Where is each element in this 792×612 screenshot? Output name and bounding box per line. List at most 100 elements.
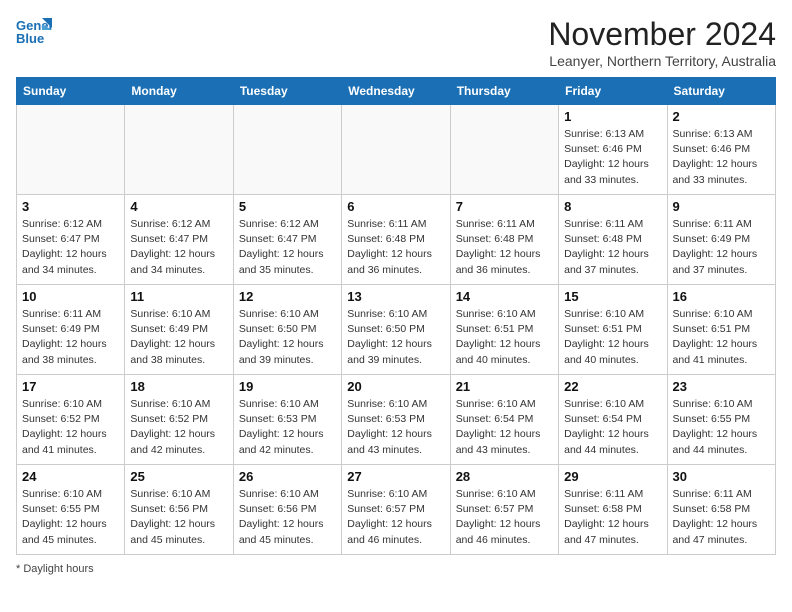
title-section: November 2024 Leanyer, Northern Territor… bbox=[548, 16, 776, 69]
day-cell: 26 Sunrise: 6:10 AM Sunset: 6:56 PM Dayli… bbox=[233, 465, 341, 555]
day-number: 2 bbox=[673, 109, 770, 124]
location-subtitle: Leanyer, Northern Territory, Australia bbox=[548, 53, 776, 69]
day-cell: 5 Sunrise: 6:12 AM Sunset: 6:47 PM Daylig… bbox=[233, 195, 341, 285]
day-cell bbox=[342, 105, 450, 195]
column-header-saturday: Saturday bbox=[667, 78, 775, 105]
day-cell: 20 Sunrise: 6:10 AM Sunset: 6:53 PM Dayli… bbox=[342, 375, 450, 465]
day-number: 29 bbox=[564, 469, 661, 484]
day-cell: 29 Sunrise: 6:11 AM Sunset: 6:58 PM Dayli… bbox=[559, 465, 667, 555]
calendar-body: 1 Sunrise: 6:13 AM Sunset: 6:46 PM Daylig… bbox=[17, 105, 776, 555]
day-cell: 3 Sunrise: 6:12 AM Sunset: 6:47 PM Daylig… bbox=[17, 195, 125, 285]
day-info: Sunrise: 6:10 AM Sunset: 6:52 PM Dayligh… bbox=[22, 397, 119, 458]
day-info: Sunrise: 6:10 AM Sunset: 6:56 PM Dayligh… bbox=[130, 487, 227, 548]
day-cell: 30 Sunrise: 6:11 AM Sunset: 6:58 PM Dayli… bbox=[667, 465, 775, 555]
day-cell: 14 Sunrise: 6:10 AM Sunset: 6:51 PM Dayli… bbox=[450, 285, 558, 375]
day-number: 28 bbox=[456, 469, 553, 484]
day-number: 23 bbox=[673, 379, 770, 394]
day-info: Sunrise: 6:10 AM Sunset: 6:51 PM Dayligh… bbox=[564, 307, 661, 368]
day-cell bbox=[17, 105, 125, 195]
page-header: General Blue November 2024 Leanyer, Nort… bbox=[16, 16, 776, 69]
day-cell: 7 Sunrise: 6:11 AM Sunset: 6:48 PM Daylig… bbox=[450, 195, 558, 285]
day-number: 9 bbox=[673, 199, 770, 214]
day-number: 26 bbox=[239, 469, 336, 484]
column-header-friday: Friday bbox=[559, 78, 667, 105]
week-row-5: 24 Sunrise: 6:10 AM Sunset: 6:55 PM Dayli… bbox=[17, 465, 776, 555]
day-cell: 28Sunrise: 6:10 AM Sunset: 6:57 PM Dayli… bbox=[450, 465, 558, 555]
column-header-thursday: Thursday bbox=[450, 78, 558, 105]
day-number: 19 bbox=[239, 379, 336, 394]
month-title: November 2024 bbox=[548, 16, 776, 53]
day-number: 24 bbox=[22, 469, 119, 484]
week-row-2: 3 Sunrise: 6:12 AM Sunset: 6:47 PM Daylig… bbox=[17, 195, 776, 285]
day-info: Sunrise: 6:12 AM Sunset: 6:47 PM Dayligh… bbox=[239, 217, 336, 278]
svg-text:Blue: Blue bbox=[16, 31, 44, 46]
day-cell: 2 Sunrise: 6:13 AM Sunset: 6:46 PM Daylig… bbox=[667, 105, 775, 195]
day-number: 3 bbox=[22, 199, 119, 214]
day-number: 18 bbox=[130, 379, 227, 394]
day-info: Sunrise: 6:11 AM Sunset: 6:58 PM Dayligh… bbox=[564, 487, 661, 548]
day-cell: 17 Sunrise: 6:10 AM Sunset: 6:52 PM Dayli… bbox=[17, 375, 125, 465]
day-cell: 18 Sunrise: 6:10 AM Sunset: 6:52 PM Dayli… bbox=[125, 375, 233, 465]
day-info: Sunrise: 6:10 AM Sunset: 6:51 PM Dayligh… bbox=[673, 307, 770, 368]
day-cell: 23 Sunrise: 6:10 AM Sunset: 6:55 PM Dayli… bbox=[667, 375, 775, 465]
day-cell: 25Sunrise: 6:10 AM Sunset: 6:56 PM Dayli… bbox=[125, 465, 233, 555]
day-number: 27 bbox=[347, 469, 444, 484]
day-info: Sunrise: 6:11 AM Sunset: 6:48 PM Dayligh… bbox=[347, 217, 444, 278]
week-row-3: 10Sunrise: 6:11 AM Sunset: 6:49 PM Dayli… bbox=[17, 285, 776, 375]
day-cell: 27Sunrise: 6:10 AM Sunset: 6:57 PM Dayli… bbox=[342, 465, 450, 555]
day-cell: 4 Sunrise: 6:12 AM Sunset: 6:47 PM Daylig… bbox=[125, 195, 233, 285]
day-number: 4 bbox=[130, 199, 227, 214]
day-number: 5 bbox=[239, 199, 336, 214]
day-cell: 15Sunrise: 6:10 AM Sunset: 6:51 PM Dayli… bbox=[559, 285, 667, 375]
day-cell: 12 Sunrise: 6:10 AM Sunset: 6:50 PM Dayli… bbox=[233, 285, 341, 375]
day-info: Sunrise: 6:11 AM Sunset: 6:49 PM Dayligh… bbox=[22, 307, 119, 368]
day-cell bbox=[125, 105, 233, 195]
day-info: Sunrise: 6:11 AM Sunset: 6:48 PM Dayligh… bbox=[456, 217, 553, 278]
day-number: 8 bbox=[564, 199, 661, 214]
day-cell: 19 Sunrise: 6:10 AM Sunset: 6:53 PM Dayli… bbox=[233, 375, 341, 465]
column-header-tuesday: Tuesday bbox=[233, 78, 341, 105]
day-info: Sunrise: 6:10 AM Sunset: 6:56 PM Dayligh… bbox=[239, 487, 336, 548]
day-cell: 13Sunrise: 6:10 AM Sunset: 6:50 PM Dayli… bbox=[342, 285, 450, 375]
day-info: Sunrise: 6:11 AM Sunset: 6:58 PM Dayligh… bbox=[673, 487, 770, 548]
logo: General Blue bbox=[16, 16, 52, 46]
week-row-1: 1 Sunrise: 6:13 AM Sunset: 6:46 PM Daylig… bbox=[17, 105, 776, 195]
day-info: Sunrise: 6:10 AM Sunset: 6:52 PM Dayligh… bbox=[130, 397, 227, 458]
day-number: 17 bbox=[22, 379, 119, 394]
day-info: Sunrise: 6:10 AM Sunset: 6:49 PM Dayligh… bbox=[130, 307, 227, 368]
day-info: Sunrise: 6:13 AM Sunset: 6:46 PM Dayligh… bbox=[673, 127, 770, 188]
day-cell: 11 Sunrise: 6:10 AM Sunset: 6:49 PM Dayli… bbox=[125, 285, 233, 375]
calendar-header-row: SundayMondayTuesdayWednesdayThursdayFrid… bbox=[17, 78, 776, 105]
week-row-4: 17 Sunrise: 6:10 AM Sunset: 6:52 PM Dayli… bbox=[17, 375, 776, 465]
day-info: Sunrise: 6:10 AM Sunset: 6:55 PM Dayligh… bbox=[673, 397, 770, 458]
day-info: Sunrise: 6:10 AM Sunset: 6:54 PM Dayligh… bbox=[564, 397, 661, 458]
logo-icon: General Blue bbox=[16, 16, 52, 46]
day-info: Sunrise: 6:10 AM Sunset: 6:53 PM Dayligh… bbox=[347, 397, 444, 458]
day-info: Sunrise: 6:12 AM Sunset: 6:47 PM Dayligh… bbox=[22, 217, 119, 278]
day-info: Sunrise: 6:12 AM Sunset: 6:47 PM Dayligh… bbox=[130, 217, 227, 278]
day-info: Sunrise: 6:10 AM Sunset: 6:50 PM Dayligh… bbox=[239, 307, 336, 368]
column-header-wednesday: Wednesday bbox=[342, 78, 450, 105]
day-number: 1 bbox=[564, 109, 661, 124]
day-number: 16 bbox=[673, 289, 770, 304]
day-number: 12 bbox=[239, 289, 336, 304]
day-info: Sunrise: 6:10 AM Sunset: 6:55 PM Dayligh… bbox=[22, 487, 119, 548]
footer-text: Daylight hours bbox=[23, 563, 93, 575]
day-info: Sunrise: 6:11 AM Sunset: 6:48 PM Dayligh… bbox=[564, 217, 661, 278]
day-number: 30 bbox=[673, 469, 770, 484]
day-number: 14 bbox=[456, 289, 553, 304]
day-info: Sunrise: 6:13 AM Sunset: 6:46 PM Dayligh… bbox=[564, 127, 661, 188]
day-number: 21 bbox=[456, 379, 553, 394]
day-cell bbox=[450, 105, 558, 195]
column-header-monday: Monday bbox=[125, 78, 233, 105]
footer-note: * Daylight hours bbox=[16, 563, 776, 575]
day-cell bbox=[233, 105, 341, 195]
day-number: 20 bbox=[347, 379, 444, 394]
day-info: Sunrise: 6:10 AM Sunset: 6:51 PM Dayligh… bbox=[456, 307, 553, 368]
column-header-sunday: Sunday bbox=[17, 78, 125, 105]
day-info: Sunrise: 6:10 AM Sunset: 6:53 PM Dayligh… bbox=[239, 397, 336, 458]
day-number: 11 bbox=[130, 289, 227, 304]
day-number: 7 bbox=[456, 199, 553, 214]
day-number: 13 bbox=[347, 289, 444, 304]
day-cell: 9Sunrise: 6:11 AM Sunset: 6:49 PM Daylig… bbox=[667, 195, 775, 285]
